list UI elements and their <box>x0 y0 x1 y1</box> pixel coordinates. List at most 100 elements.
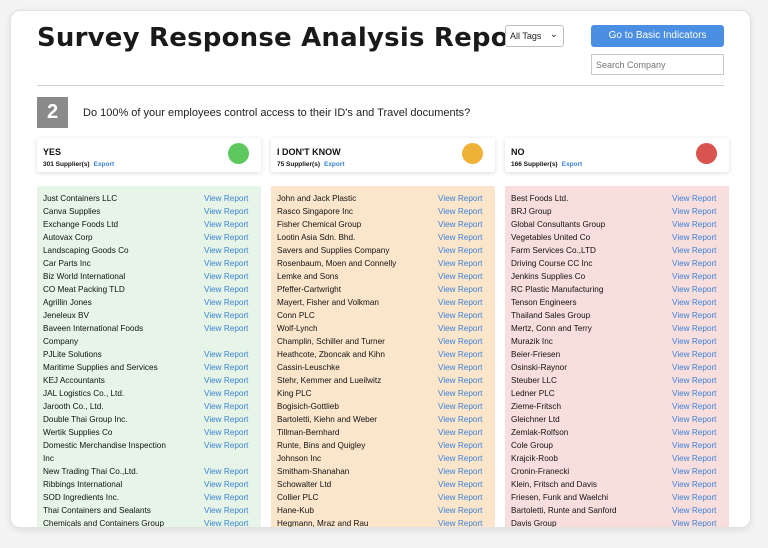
list-item: Exchange Foods Ltd View Report <box>37 219 261 232</box>
view-report-link[interactable]: View Report <box>438 298 482 307</box>
view-report-link[interactable]: View Report <box>438 402 482 411</box>
view-report-link[interactable]: View Report <box>204 285 248 294</box>
view-report-link[interactable]: View Report <box>204 376 248 385</box>
supplier-name: Farm Services Co.,LTD <box>511 246 596 255</box>
view-report-link[interactable]: View Report <box>672 506 716 515</box>
view-report-link[interactable]: View Report <box>438 441 482 450</box>
export-link[interactable]: Export <box>324 161 345 168</box>
view-report-link[interactable]: View Report <box>204 519 248 527</box>
view-report-link[interactable]: View Report <box>672 246 716 255</box>
supplier-name: Jenkins Supplies Co <box>511 272 586 281</box>
view-report-link[interactable]: View Report <box>438 376 482 385</box>
supplier-name: Gleichner Ltd <box>511 415 560 424</box>
view-report-link[interactable]: View Report <box>438 233 482 242</box>
view-report-link[interactable]: View Report <box>204 415 248 424</box>
view-report-link[interactable]: View Report <box>672 467 716 476</box>
view-report-link[interactable]: View Report <box>438 311 482 320</box>
list-item: Inc <box>37 453 261 466</box>
view-report-link[interactable]: View Report <box>438 506 482 515</box>
view-report-link[interactable]: View Report <box>672 363 716 372</box>
view-report-link[interactable]: View Report <box>672 441 716 450</box>
view-report-link[interactable]: View Report <box>204 389 248 398</box>
list-item: Lootin Asia Sdn. Bhd. View Report <box>271 232 495 245</box>
view-report-link[interactable]: View Report <box>438 272 482 281</box>
view-report-link[interactable]: View Report <box>672 402 716 411</box>
view-report-link[interactable]: View Report <box>672 259 716 268</box>
view-report-link[interactable]: View Report <box>204 207 248 216</box>
view-report-link[interactable]: View Report <box>438 454 482 463</box>
view-report-link[interactable]: View Report <box>672 519 716 527</box>
view-report-link[interactable]: View Report <box>672 207 716 216</box>
view-report-link[interactable]: View Report <box>204 350 248 359</box>
view-report-link[interactable]: View Report <box>204 194 248 203</box>
view-report-link[interactable]: View Report <box>438 207 482 216</box>
view-report-link[interactable]: View Report <box>438 350 482 359</box>
supplier-name: Baveen International Foods <box>43 324 144 333</box>
view-report-link[interactable]: View Report <box>204 233 248 242</box>
list-item: Runte, Bins and Quigley View Report <box>271 440 495 453</box>
list-item: Tillman-Bernhard View Report <box>271 427 495 440</box>
view-report-link[interactable]: View Report <box>204 272 248 281</box>
view-report-link[interactable]: View Report <box>672 415 716 424</box>
view-report-link[interactable]: View Report <box>204 363 248 372</box>
view-report-link[interactable]: View Report <box>672 337 716 346</box>
view-report-link[interactable]: View Report <box>672 324 716 333</box>
view-report-link[interactable]: View Report <box>672 454 716 463</box>
view-report-link[interactable]: View Report <box>438 428 482 437</box>
view-report-link[interactable]: View Report <box>204 220 248 229</box>
view-report-link[interactable]: View Report <box>438 519 482 527</box>
view-report-link[interactable]: View Report <box>438 363 482 372</box>
tags-dropdown[interactable]: All Tags ⌄ <box>505 25 564 47</box>
view-report-link[interactable]: View Report <box>438 285 482 294</box>
view-report-link[interactable]: View Report <box>672 493 716 502</box>
go-to-basic-indicators-button[interactable]: Go to Basic Indicators <box>591 25 724 47</box>
view-report-link[interactable]: View Report <box>438 324 482 333</box>
view-report-link[interactable]: View Report <box>672 428 716 437</box>
view-report-link[interactable]: View Report <box>204 493 248 502</box>
view-report-link[interactable]: View Report <box>204 506 248 515</box>
view-report-link[interactable]: View Report <box>672 298 716 307</box>
view-report-link[interactable]: View Report <box>672 376 716 385</box>
view-report-link[interactable]: View Report <box>438 246 482 255</box>
view-report-link[interactable]: View Report <box>672 220 716 229</box>
view-report-link[interactable]: View Report <box>438 389 482 398</box>
view-report-link[interactable]: View Report <box>672 194 716 203</box>
list-item: Conn PLC View Report <box>271 310 495 323</box>
view-report-link[interactable]: View Report <box>204 311 248 320</box>
search-company-input[interactable] <box>591 54 724 75</box>
view-report-link[interactable]: View Report <box>438 467 482 476</box>
view-report-link[interactable]: View Report <box>672 480 716 489</box>
supplier-name: Thai Containers and Sealants <box>43 506 151 515</box>
view-report-link[interactable]: View Report <box>204 324 248 333</box>
supplier-name: Collier PLC <box>277 493 319 502</box>
view-report-link[interactable]: View Report <box>438 493 482 502</box>
view-report-link[interactable]: View Report <box>672 350 716 359</box>
view-report-link[interactable]: View Report <box>438 415 482 424</box>
view-report-link[interactable]: View Report <box>204 467 248 476</box>
view-report-link[interactable]: View Report <box>438 480 482 489</box>
view-report-link[interactable]: View Report <box>204 402 248 411</box>
tags-dropdown-value: All Tags <box>510 31 542 41</box>
view-report-link[interactable]: View Report <box>438 220 482 229</box>
view-report-link[interactable]: View Report <box>672 311 716 320</box>
view-report-link[interactable]: View Report <box>204 298 248 307</box>
view-report-link[interactable]: View Report <box>672 272 716 281</box>
view-report-link[interactable]: View Report <box>438 259 482 268</box>
view-report-link[interactable]: View Report <box>204 480 248 489</box>
view-report-link[interactable]: View Report <box>672 389 716 398</box>
status-dot-orange <box>462 143 483 164</box>
chevron-down-icon: ⌄ <box>549 29 558 40</box>
list-item: PJLite Solutions View Report <box>37 349 261 362</box>
view-report-link[interactable]: View Report <box>204 428 248 437</box>
export-link[interactable]: Export <box>562 161 583 168</box>
summary-label: YES <box>43 147 62 157</box>
view-report-link[interactable]: View Report <box>204 246 248 255</box>
view-report-link[interactable]: View Report <box>438 194 482 203</box>
view-report-link[interactable]: View Report <box>204 259 248 268</box>
view-report-link[interactable]: View Report <box>204 441 248 450</box>
list-item: Krajcik-Roob View Report <box>505 453 729 466</box>
view-report-link[interactable]: View Report <box>672 285 716 294</box>
view-report-link[interactable]: View Report <box>438 337 482 346</box>
view-report-link[interactable]: View Report <box>672 233 716 242</box>
export-link[interactable]: Export <box>94 161 115 168</box>
